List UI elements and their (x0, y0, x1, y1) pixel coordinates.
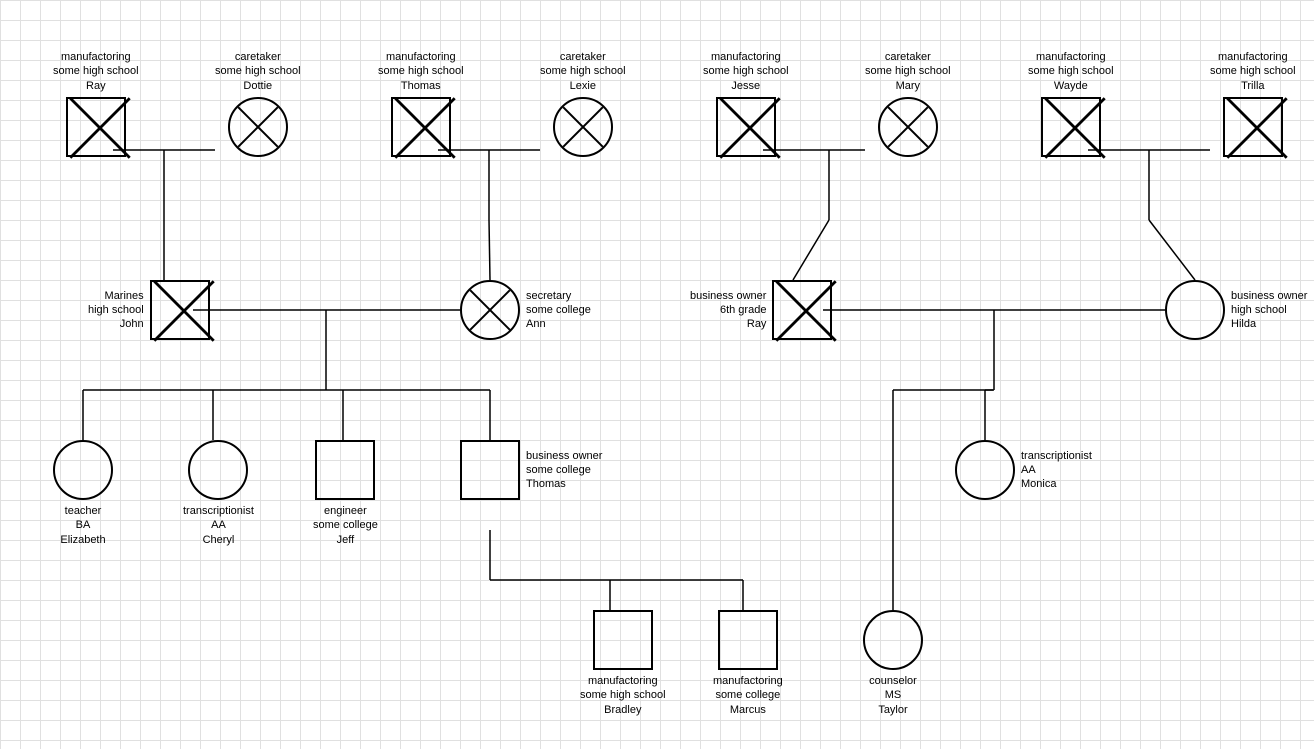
label-bradley: manufactoringsome high schoolBradley (580, 674, 666, 717)
label-thomas-top: manufactoringsome high schoolThomas (378, 50, 464, 93)
label-taylor: counselorMSTaylor (869, 674, 917, 717)
shape-cheryl (188, 440, 248, 500)
shape-marcus (718, 610, 778, 670)
node-wayde: manufactoringsome high schoolWayde (1028, 50, 1114, 157)
node-jeff: engineersome collegeJeff (313, 440, 378, 547)
label-wayde: manufactoringsome high schoolWayde (1028, 50, 1114, 93)
label-ann: secretarysome collegeAnn (526, 289, 591, 332)
label-jesse: manufactoringsome high schoolJesse (703, 50, 789, 93)
node-mary: caretakersome high schoolMary (865, 50, 951, 157)
shape-ann (460, 280, 520, 340)
label-mary: caretakersome high schoolMary (865, 50, 951, 93)
shape-ray-top (66, 97, 126, 157)
node-lexie: caretakersome high schoolLexie (540, 50, 626, 157)
node-ray-mid: business owner6th gradeRay (690, 280, 832, 340)
node-ann: secretarysome collegeAnn (460, 280, 591, 340)
family-tree-canvas: manufactoringsome high schoolRay caretak… (0, 0, 1314, 749)
shape-thomas-top (391, 97, 451, 157)
node-elizabeth: teacherBAElizabeth (53, 440, 113, 547)
node-taylor: counselorMSTaylor (863, 610, 923, 717)
label-thomas-mid: business ownersome collegeThomas (526, 449, 602, 492)
label-elizabeth: teacherBAElizabeth (60, 504, 105, 547)
node-john: Marineshigh schoolJohn (88, 280, 210, 340)
label-ray-top: manufactoringsome high schoolRay (53, 50, 139, 93)
shape-ray-mid (772, 280, 832, 340)
label-marcus: manufactoringsome collegeMarcus (713, 674, 783, 717)
node-thomas-top: manufactoringsome high schoolThomas (378, 50, 464, 157)
node-monica: transcriptionistAAMonica (955, 440, 1092, 500)
label-jeff: engineersome collegeJeff (313, 504, 378, 547)
shape-mary (878, 97, 938, 157)
label-trilla: manufactoringsome high schoolTrilla (1210, 50, 1296, 93)
node-dottie: caretakersome high schoolDottie (215, 50, 301, 157)
label-cheryl: transcriptionistAACheryl (183, 504, 254, 547)
label-monica: transcriptionistAAMonica (1021, 449, 1092, 492)
shape-hilda (1165, 280, 1225, 340)
node-thomas-mid: business ownersome collegeThomas (460, 440, 602, 500)
label-john: Marineshigh schoolJohn (88, 289, 144, 332)
node-trilla: manufactoringsome high schoolTrilla (1210, 50, 1296, 157)
node-bradley: manufactoringsome high schoolBradley (580, 610, 666, 717)
shape-wayde (1041, 97, 1101, 157)
node-hilda: business ownerhigh schoolHilda (1165, 280, 1307, 340)
shape-trilla (1223, 97, 1283, 157)
shape-jeff (315, 440, 375, 500)
node-ray-top: manufactoringsome high schoolRay (53, 50, 139, 157)
shape-monica (955, 440, 1015, 500)
node-jesse: manufactoringsome high schoolJesse (703, 50, 789, 157)
label-dottie: caretakersome high schoolDottie (215, 50, 301, 93)
shape-lexie (553, 97, 613, 157)
label-hilda: business ownerhigh schoolHilda (1231, 289, 1307, 332)
shape-john (150, 280, 210, 340)
shape-bradley (593, 610, 653, 670)
label-ray-mid: business owner6th gradeRay (690, 289, 766, 332)
shape-taylor (863, 610, 923, 670)
shape-thomas-mid (460, 440, 520, 500)
shape-jesse (716, 97, 776, 157)
label-lexie: caretakersome high schoolLexie (540, 50, 626, 93)
shape-elizabeth (53, 440, 113, 500)
shape-dottie (228, 97, 288, 157)
node-marcus: manufactoringsome collegeMarcus (713, 610, 783, 717)
node-cheryl: transcriptionistAACheryl (183, 440, 254, 547)
